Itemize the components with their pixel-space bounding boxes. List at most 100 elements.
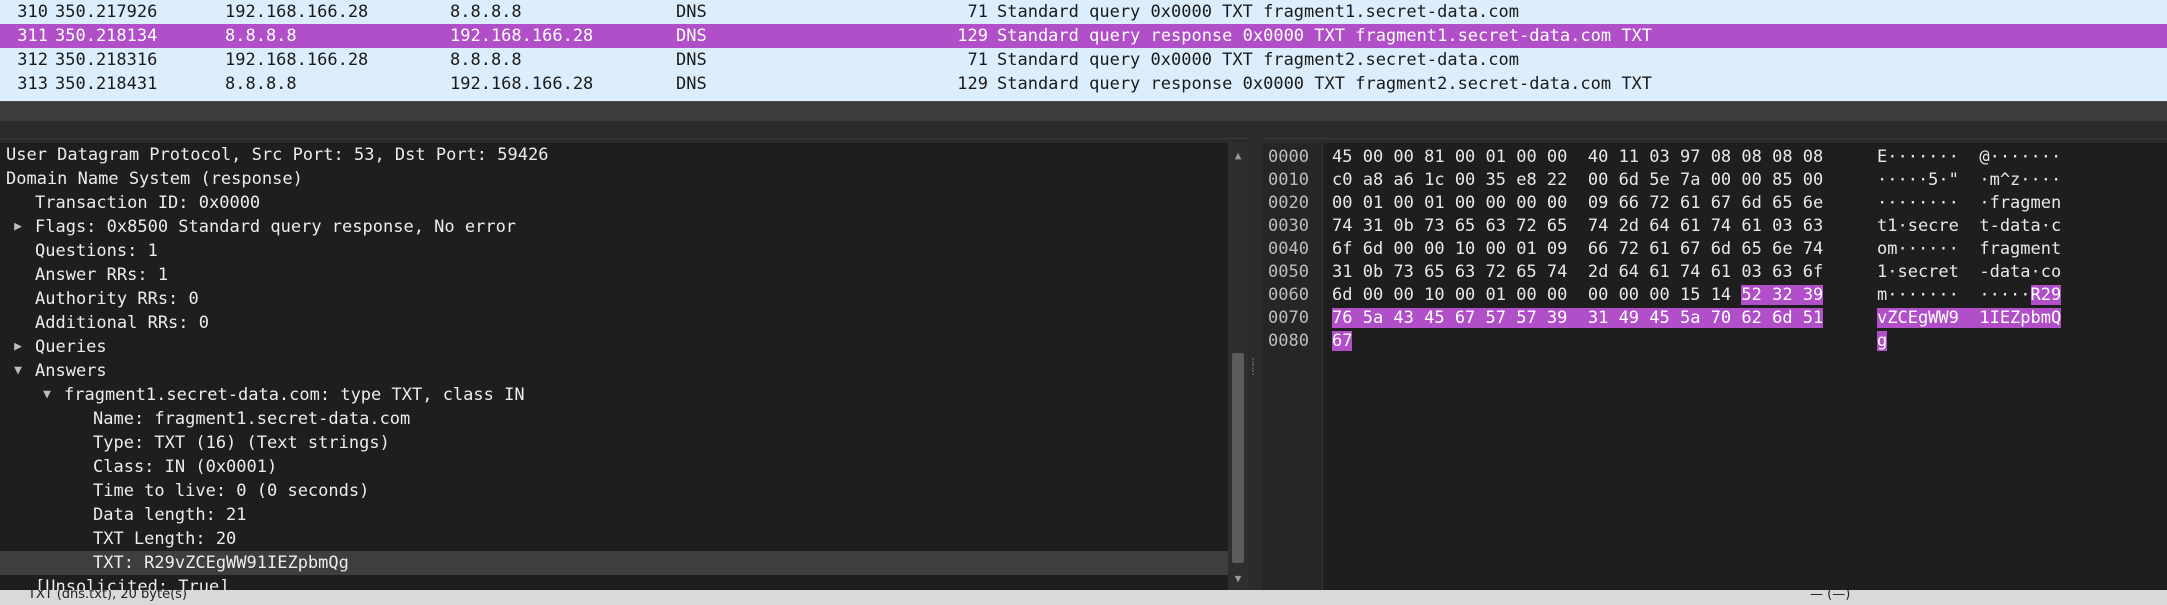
- chevron-down-icon[interactable]: ▼: [39, 383, 55, 407]
- tree-item[interactable]: Authority RRs: 0: [0, 287, 1228, 311]
- byte-hex-line[interactable]: 45 00 00 81 00 01 00 00 40 11 03 97 08 0…: [1332, 145, 1823, 169]
- packet-details-tree[interactable]: User Datagram Protocol, Src Port: 53, Ds…: [0, 143, 1228, 590]
- byte-offset: 0030: [1268, 216, 1309, 236]
- scrollbar-thumb[interactable]: [1232, 353, 1244, 563]
- tree-item[interactable]: Type: TXT (16) (Text strings): [0, 431, 1228, 455]
- packet-list[interactable]: 310 350.217926 192.168.166.28 8.8.8.8 DNS 71 S…: [0, 0, 2167, 101]
- byte-ascii-line[interactable]: m······· ·····R29: [1877, 283, 2062, 307]
- tree-item[interactable]: TXT: R29vZCEgWW91IEZpbmQg: [0, 551, 1228, 575]
- tree-item-label: [Unsolicited: True]: [35, 577, 230, 590]
- byte-ascii-line[interactable]: E······· @·······: [1877, 145, 2061, 169]
- packet-cell-src: 192.168.166.28: [225, 2, 369, 22]
- tree-item[interactable]: ▶ Flags: 0x8500 Standard query response, …: [0, 215, 1228, 239]
- packet-cell-no: 312: [17, 50, 48, 70]
- tree-item-label: Data length: 21: [93, 505, 247, 525]
- byte-ascii-line[interactable]: vZCEgWW9 1IEZpbmQ: [1877, 306, 2062, 330]
- byte-hex-line[interactable]: 6f 6d 00 00 10 00 01 09 66 72 61 67 6d 6…: [1332, 237, 1823, 261]
- packet-cell-dst: 192.168.166.28: [450, 74, 594, 94]
- packet-row[interactable]: 310 350.217926 192.168.166.28 8.8.8.8 DNS 71 S…: [0, 0, 2167, 24]
- tree-item[interactable]: Data length: 21: [0, 503, 1228, 527]
- chevron-down-icon[interactable]: ▼: [10, 359, 26, 383]
- tree-item-label: Answers: [35, 361, 107, 381]
- packet-cell-src: 8.8.8.8: [225, 74, 297, 94]
- packet-cell-proto: DNS: [676, 2, 707, 22]
- scroll-up-icon[interactable]: ▲: [1228, 147, 1248, 165]
- byte-ascii-line[interactable]: ········ ·fragmen: [1877, 191, 2061, 215]
- byte-hex-line[interactable]: 31 0b 73 65 63 72 65 74 2d 64 61 74 61 0…: [1332, 260, 1823, 284]
- packet-cell-dst: 8.8.8.8: [450, 50, 522, 70]
- packet-cell-no: 311: [17, 26, 48, 46]
- tree-item[interactable]: Name: fragment1.secret-data.com: [0, 407, 1228, 431]
- tree-item-label: Class: IN (0x0001): [93, 457, 278, 477]
- byte-offset: 0000: [1268, 147, 1309, 167]
- packet-list-scroll-area[interactable]: [0, 101, 2167, 122]
- packet-row[interactable]: 313 350.218431 8.8.8.8 192.168.166.28 DNS 129…: [0, 72, 2167, 96]
- packet-cell-len: 129: [957, 26, 988, 46]
- tree-item-label: Domain Name System (response): [6, 169, 303, 189]
- tree-item-label: TXT Length: 20: [93, 529, 237, 549]
- tree-item-label: Answer RRs: 1: [35, 265, 169, 285]
- tree-item[interactable]: ▼ Answers: [0, 359, 1228, 383]
- packet-cell-time: 350.218431: [55, 74, 158, 94]
- byte-ascii-line[interactable]: 1·secret -data·co: [1877, 260, 2061, 284]
- status-field-right: — (—): [1810, 590, 1851, 602]
- byte-hex-line[interactable]: 76 5a 43 45 67 57 57 39 31 49 45 5a 70 6…: [1332, 306, 1824, 330]
- tree-item-label: Additional RRs: 0: [35, 313, 209, 333]
- packet-cell-len: 129: [957, 74, 988, 94]
- chevron-right-icon[interactable]: ▶: [10, 215, 26, 239]
- bytes-offset-column: 0000 0010 0020 0030 0040 0050 0060 0070 0080: [1262, 143, 1323, 590]
- tree-item-label: Questions: 1: [35, 241, 158, 261]
- packet-cell-proto: DNS: [676, 26, 707, 46]
- packet-cell-src: 192.168.166.28: [225, 50, 369, 70]
- tree-item[interactable]: Questions: 1: [0, 239, 1228, 263]
- grip-icon: :::: [1250, 355, 1257, 378]
- chevron-right-icon[interactable]: ▶: [10, 335, 26, 359]
- byte-offset: 0080: [1268, 331, 1309, 351]
- tree-item[interactable]: Transaction ID: 0x0000: [0, 191, 1228, 215]
- packet-cell-dst: 192.168.166.28: [450, 26, 594, 46]
- pane-splitter-vertical[interactable]: :::: [1248, 138, 1262, 590]
- byte-ascii-line[interactable]: ·····5·" ·m^z····: [1877, 168, 2061, 192]
- pane-splitter-horizontal[interactable]: [0, 121, 2167, 139]
- byte-offset: 0010: [1268, 170, 1309, 190]
- tree-item[interactable]: Time to live: 0 (0 seconds): [0, 479, 1228, 503]
- tree-item[interactable]: User Datagram Protocol, Src Port: 53, Ds…: [0, 143, 1228, 167]
- byte-ascii-line[interactable]: g: [1877, 329, 1888, 353]
- tree-item-label: User Datagram Protocol, Src Port: 53, Ds…: [6, 145, 549, 165]
- tree-item-label: Time to live: 0 (0 seconds): [93, 481, 370, 501]
- byte-hex-line[interactable]: 74 31 0b 73 65 63 72 65 74 2d 64 61 74 6…: [1332, 214, 1823, 238]
- scroll-down-icon[interactable]: ▼: [1228, 570, 1248, 588]
- byte-hex-line[interactable]: 6d 00 00 10 00 01 00 00 00 00 00 15 14 5…: [1332, 283, 1824, 307]
- tree-item-label: Name: fragment1.secret-data.com: [93, 409, 411, 429]
- byte-hex-line[interactable]: c0 a8 a6 1c 00 35 e8 22 00 6d 5e 7a 00 0…: [1332, 168, 1823, 192]
- status-bar: TXT (dns.txt), 20 byte(s) — (—): [0, 590, 2167, 605]
- byte-ascii-line[interactable]: om······ fragment: [1877, 237, 2061, 261]
- packet-cell-no: 310: [17, 2, 48, 22]
- tree-item[interactable]: TXT Length: 20: [0, 527, 1228, 551]
- byte-ascii-line[interactable]: t1·secre t-data·c: [1877, 214, 2061, 238]
- tree-item[interactable]: ▼ fragment1.secret-data.com: type TXT, cl…: [0, 383, 1228, 407]
- packet-cell-dst: 8.8.8.8: [450, 2, 522, 22]
- tree-item-label: fragment1.secret-data.com: type TXT, cla…: [64, 385, 525, 405]
- packet-bytes-pane[interactable]: 0000 0010 0020 0030 0040 0050 0060 0070 0080 45 …: [1262, 143, 2167, 590]
- packet-cell-time: 350.217926: [55, 2, 158, 22]
- packet-row[interactable]: 312 350.218316 192.168.166.28 8.8.8.8 DNS 71 S…: [0, 48, 2167, 72]
- tree-item[interactable]: Answer RRs: 1: [0, 263, 1228, 287]
- tree-item[interactable]: Class: IN (0x0001): [0, 455, 1228, 479]
- packet-row[interactable]: 311 350.218134 8.8.8.8 192.168.166.28 DNS 129…: [0, 24, 2167, 48]
- details-scrollbar[interactable]: ▲ ▼: [1228, 143, 1248, 590]
- packet-cell-info: Standard query 0x0000 TXT fragment1.secr…: [997, 2, 1519, 22]
- packet-cell-info: Standard query response 0x0000 TXT fragm…: [997, 74, 1653, 94]
- packet-cell-info: Standard query response 0x0000 TXT fragm…: [997, 26, 1653, 46]
- packet-cell-src: 8.8.8.8: [225, 26, 297, 46]
- tree-item[interactable]: Additional RRs: 0: [0, 311, 1228, 335]
- status-field-info: TXT (dns.txt), 20 byte(s): [28, 590, 188, 602]
- tree-item[interactable]: Domain Name System (response): [0, 167, 1228, 191]
- tree-item-label: Queries: [35, 337, 107, 357]
- tree-item[interactable]: [Unsolicited: True]: [0, 575, 1228, 590]
- byte-hex-line[interactable]: 00 01 00 01 00 00 00 00 09 66 72 61 67 6…: [1332, 191, 1823, 215]
- byte-hex-line[interactable]: 67: [1332, 329, 1353, 353]
- byte-offset: 0060: [1268, 285, 1309, 305]
- byte-offset: 0050: [1268, 262, 1309, 282]
- tree-item[interactable]: ▶ Queries: [0, 335, 1228, 359]
